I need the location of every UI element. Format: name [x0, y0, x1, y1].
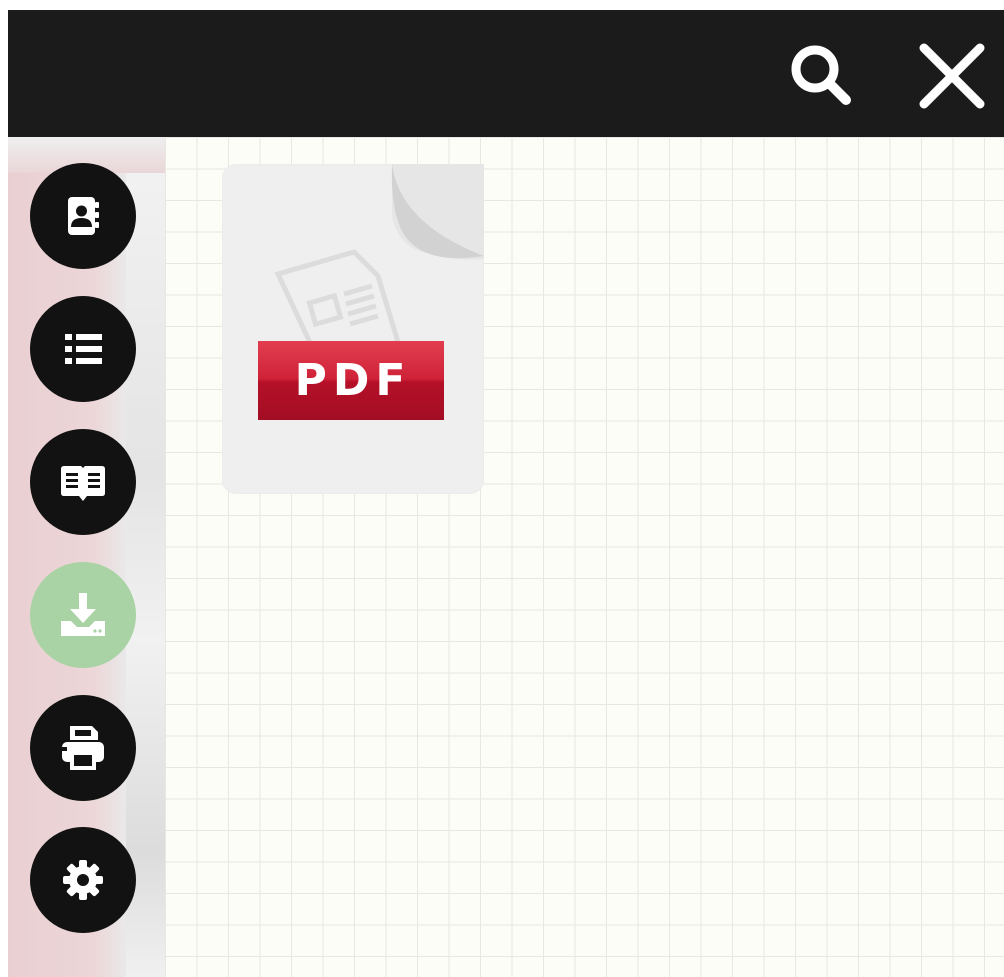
pdf-file-icon	[274, 164, 484, 367]
open-book-icon	[61, 466, 105, 501]
contact-book-icon	[68, 197, 99, 235]
pdf-label-banner: PDF	[258, 341, 444, 420]
list-button[interactable]	[30, 296, 136, 402]
file-grid: PDF	[165, 137, 1004, 977]
print-button[interactable]	[30, 695, 136, 801]
pdf-file-item[interactable]: PDF	[222, 164, 484, 494]
list-icon	[65, 334, 102, 364]
search-button[interactable]	[782, 36, 862, 116]
contacts-button[interactable]	[30, 163, 136, 269]
close-icon	[919, 43, 985, 109]
close-button[interactable]	[912, 36, 992, 116]
pdf-label: PDF	[294, 355, 412, 406]
search-icon	[791, 45, 851, 105]
download-icon	[61, 593, 105, 636]
gear-icon	[63, 860, 103, 900]
download-button[interactable]	[30, 562, 136, 668]
reader-button[interactable]	[30, 429, 136, 535]
top-toolbar	[8, 10, 1004, 137]
settings-button[interactable]	[30, 827, 136, 933]
printer-icon	[62, 726, 104, 770]
sidebar	[8, 137, 165, 977]
